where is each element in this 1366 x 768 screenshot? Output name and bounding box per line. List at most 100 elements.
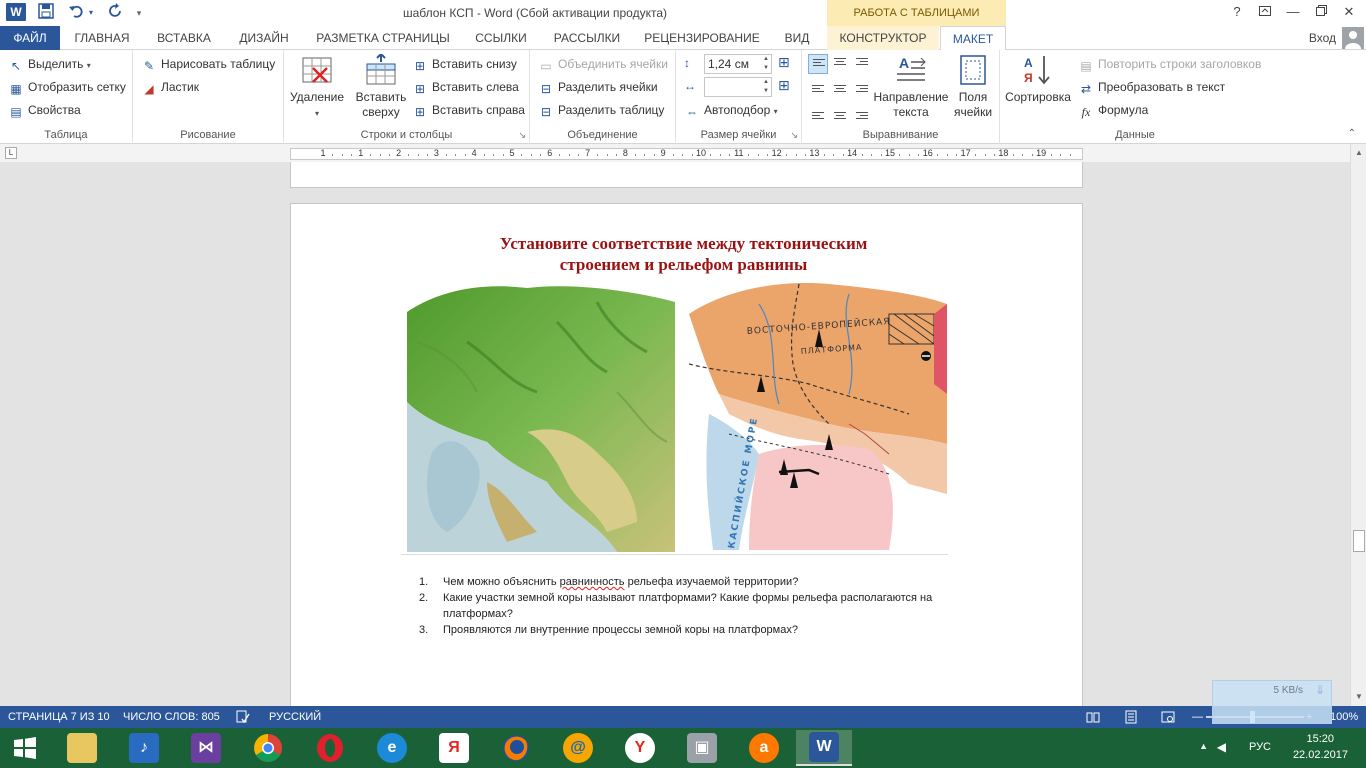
column-width-spinner[interactable]: ▲ ▼ [761,78,771,96]
convert-to-text-button[interactable]: ⇄ Преобразовать в текст [1078,77,1225,97]
align-middle-right-button[interactable] [852,78,872,98]
word-count-status[interactable]: ЧИСЛО СЛОВ: 805 [123,706,220,728]
taskbar-yandex-browser[interactable]: Y [612,730,668,766]
formula-button[interactable]: fx Формула [1078,100,1149,120]
tab-layout[interactable]: МАКЕТ [940,26,1006,51]
relief-map-image[interactable] [407,282,675,552]
list-item[interactable]: 1. Чем можно объяснить равнинность релье… [419,574,989,590]
align-bottom-center-button[interactable] [830,102,850,122]
row-height-spinner[interactable]: ▲ ▼ [761,55,771,73]
split-table-button[interactable]: ⊟ Разделить таблицу [538,100,664,120]
row-height-input[interactable]: 1,24 см ▲ ▼ [704,54,772,74]
misspelled-word[interactable]: равнинность [560,576,625,588]
dialog-launcher-icon[interactable]: ↘ [790,130,798,141]
scroll-up-icon[interactable]: ▲ [1354,148,1364,158]
taskbar-word[interactable]: W [796,730,852,766]
save-icon[interactable] [36,3,56,23]
avatar[interactable] [1342,27,1364,49]
ribbon-options-icon[interactable] [1250,0,1280,24]
page-count-status[interactable]: СТРАНИЦА 7 ИЗ 10 [8,706,110,728]
distribute-rows-icon[interactable]: ⊞ [778,54,790,71]
list-item[interactable]: 3. Проявляются ли внутренние процессы зе… [419,622,989,638]
align-middle-left-button[interactable] [808,78,828,98]
draw-table-button[interactable]: ✎ Нарисовать таблицу [141,54,275,74]
list-item[interactable]: 2. Какие участки земной коры называют пл… [419,590,989,622]
taskbar-chrome[interactable] [240,730,296,766]
proofing-icon[interactable] [236,710,250,724]
align-bottom-right-button[interactable] [852,102,872,122]
vertical-scrollbar[interactable]: ▲ ▼ [1350,144,1366,706]
sort-button[interactable]: AЯ Сортировка [1004,54,1072,105]
zoom-out-icon[interactable]: — [1192,706,1203,728]
cell-margins-button[interactable]: Поля ячейки [952,54,994,120]
tab-file[interactable]: ФАЙЛ [0,26,60,50]
restore-icon[interactable] [1306,0,1336,24]
minimize-icon[interactable]: — [1278,0,1308,24]
eraser-button[interactable]: ◢ Ластик [141,77,199,97]
undo-icon[interactable] [66,3,86,23]
horizontal-ruler[interactable]: 1 1 2 3 4 5 6 7 8 9 10 11 12 13 14 15 16 17 18 19 [290,148,1083,160]
dialog-launcher-icon[interactable]: ↘ [518,130,526,141]
close-icon[interactable]: ✕ [1334,0,1364,24]
sign-in-link[interactable]: Вход [1309,26,1336,50]
properties-button[interactable]: ▤ Свойства [8,100,80,120]
tab-page-layout[interactable]: РАЗМЕТКА СТРАНИЦЫ [308,26,458,50]
taskbar-explorer[interactable] [54,730,110,766]
tab-design[interactable]: ДИЗАЙН [230,26,298,50]
volume-icon[interactable]: ◀ [1217,740,1226,754]
tab-references[interactable]: ССЫЛКИ [468,26,534,50]
align-middle-center-button[interactable] [830,78,850,98]
select-button[interactable]: ↖ Выделить ▾ [8,54,91,74]
text-direction-button[interactable]: A Направление текста [872,54,950,120]
delete-button[interactable]: Удаление ▾ [288,54,346,121]
help-icon[interactable]: ? [1222,0,1252,24]
taskbar-opera[interactable] [302,730,358,766]
show-gridlines-button[interactable]: ▦ Отобразить сетку [8,77,126,97]
insert-below-button[interactable]: ⊞ Вставить снизу [412,54,517,74]
web-layout-icon[interactable] [1161,710,1175,724]
taskbar-ie[interactable]: e [364,730,420,766]
redo-icon[interactable] [106,3,126,23]
tab-home[interactable]: ГЛАВНАЯ [66,26,138,50]
autofit-button[interactable]: ⇔ Автоподбор ▾ [684,100,778,120]
customize-qat-icon[interactable]: ▾ [132,3,146,23]
tab-selector[interactable]: L [5,147,17,159]
tray-time[interactable]: 15:20 [1306,733,1334,745]
repeat-header-rows-button[interactable]: ▤ Повторить строки заголовков [1078,54,1261,74]
taskbar-firefox[interactable] [488,730,544,766]
language-status[interactable]: РУССКИЙ [269,706,321,728]
taskbar-visual-studio[interactable]: ⋈ [178,730,234,766]
current-page[interactable]: Установите соответствие между тектоничес… [290,203,1083,706]
align-top-center-button[interactable] [830,54,850,74]
insert-left-button[interactable]: ⊞ Вставить слева [412,77,519,97]
tab-review[interactable]: РЕЦЕНЗИРОВАНИЕ [640,26,764,50]
align-bottom-left-button[interactable] [808,102,828,122]
taskbar-avast[interactable]: a [736,730,792,766]
align-top-left-button[interactable] [808,54,828,74]
tab-mailings[interactable]: РАССЫЛКИ [544,26,630,50]
taskbar-media[interactable]: ♪ [116,730,172,766]
column-width-input[interactable]: ▲ ▼ [704,77,772,97]
zoom-level[interactable]: 100% [1330,706,1358,728]
read-mode-icon[interactable] [1086,710,1100,724]
collapse-ribbon-icon[interactable]: ⌃ [1348,128,1356,139]
tectonic-map-image[interactable]: ВОСТОЧНО-ЕВРОПЕЙСКАЯ ПЛАТФОРМА КАСПИЙСКО… [688,274,947,550]
insert-right-button[interactable]: ⊞ Вставить справа [412,100,525,120]
tab-view[interactable]: ВИД [774,26,820,50]
split-cells-button[interactable]: ⊟ Разделить ячейки [538,77,658,97]
insert-above-button[interactable]: Вставить сверху [352,54,410,120]
merge-cells-button[interactable]: ▭ Объединить ячейки [538,54,668,74]
word-app-icon[interactable]: W [6,3,26,21]
taskbar-yandex[interactable]: Я [426,730,482,766]
tray-date[interactable]: 22.02.2017 [1293,749,1348,761]
print-layout-icon[interactable] [1124,710,1138,724]
tray-language[interactable]: РУС [1249,741,1271,753]
undo-dropdown-icon[interactable]: ▾ [86,3,96,23]
taskbar-vm[interactable]: ▣ [674,730,730,766]
scroll-down-icon[interactable]: ▼ [1354,692,1364,702]
tab-table-design[interactable]: КОНСТРУКТОР [827,26,939,50]
show-hidden-icons-icon[interactable]: ▲ [1199,741,1208,751]
distribute-columns-icon[interactable]: ⊞ [778,77,790,94]
taskbar-mail[interactable]: @ [550,730,606,766]
align-top-right-button[interactable] [852,54,872,74]
